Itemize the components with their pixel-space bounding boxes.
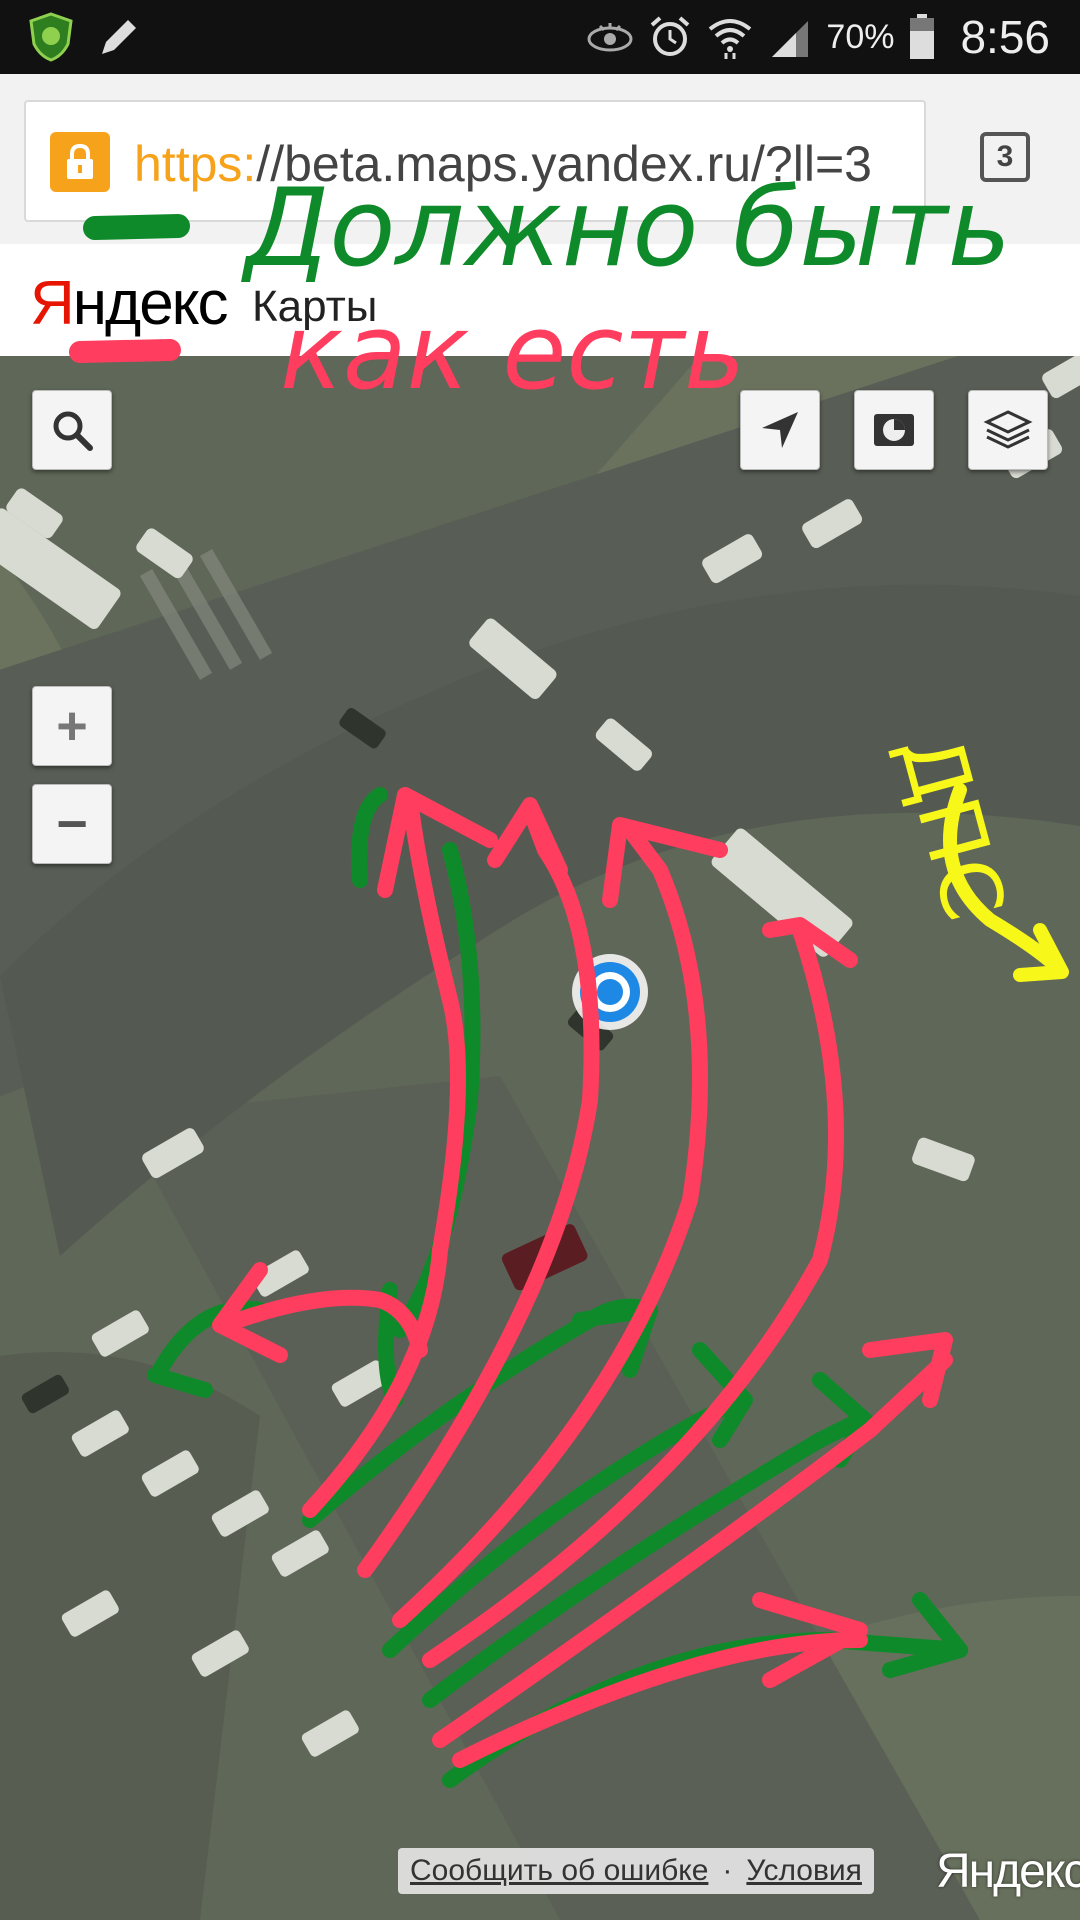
yandex-logo-first-letter: Я (30, 269, 75, 338)
shield-app-icon (28, 12, 74, 62)
url-scheme: https: (134, 136, 257, 192)
yandex-logo-rest: ндекс (72, 269, 229, 338)
search-icon (53, 411, 93, 451)
url-text: https://beta.maps.yandex.ru/?ll=3 (134, 135, 872, 193)
lock-icon (50, 132, 110, 192)
satellite-imagery (0, 356, 1080, 1920)
map-footer: Сообщить об ошибке · Условия (398, 1848, 874, 1894)
signal-icon (768, 17, 812, 57)
service-name[interactable]: Карты (252, 282, 377, 332)
browser-toolbar: https://beta.maps.yandex.ru/?ll=3 3 (0, 74, 1080, 245)
locate-me-button[interactable] (740, 390, 820, 470)
url-path: //beta.maps.yandex.ru/?ll=3 (256, 136, 872, 192)
alarm-icon (648, 15, 692, 59)
tab-switcher-button[interactable]: 3 (980, 132, 1030, 182)
map-yandex-logo: Яндекс (936, 1845, 1080, 1898)
yandex-header: Яндекс Карты (0, 244, 1080, 356)
status-bar: 70% 8:56 (0, 0, 1080, 74)
footer-separator: · (722, 1854, 733, 1887)
satellite-map[interactable]: + − Сообщить об ошибке · Условия Яндекс (0, 356, 1080, 1920)
yandex-logo[interactable]: Яндекс (30, 268, 229, 339)
search-button[interactable] (32, 390, 112, 470)
layers-icon (983, 410, 1033, 449)
terms-link[interactable]: Условия (746, 1854, 862, 1888)
clock: 8:56 (960, 11, 1050, 63)
navigation-arrow-icon (762, 412, 798, 448)
battery-icon (908, 14, 936, 60)
pencil-icon (96, 14, 142, 60)
eye-icon (586, 20, 634, 54)
zoom-in-button[interactable]: + (32, 686, 112, 766)
panorama-icon (874, 414, 914, 446)
panorama-button[interactable] (854, 390, 934, 470)
wifi-icon (706, 15, 754, 59)
report-error-link[interactable]: Сообщить об ошибке (410, 1854, 708, 1888)
current-location-marker[interactable] (570, 952, 650, 1032)
layers-button[interactable] (968, 390, 1048, 470)
zoom-out-button[interactable]: − (32, 784, 112, 864)
address-bar[interactable]: https://beta.maps.yandex.ru/?ll=3 (24, 100, 926, 222)
battery-percent: 70% (826, 17, 895, 56)
